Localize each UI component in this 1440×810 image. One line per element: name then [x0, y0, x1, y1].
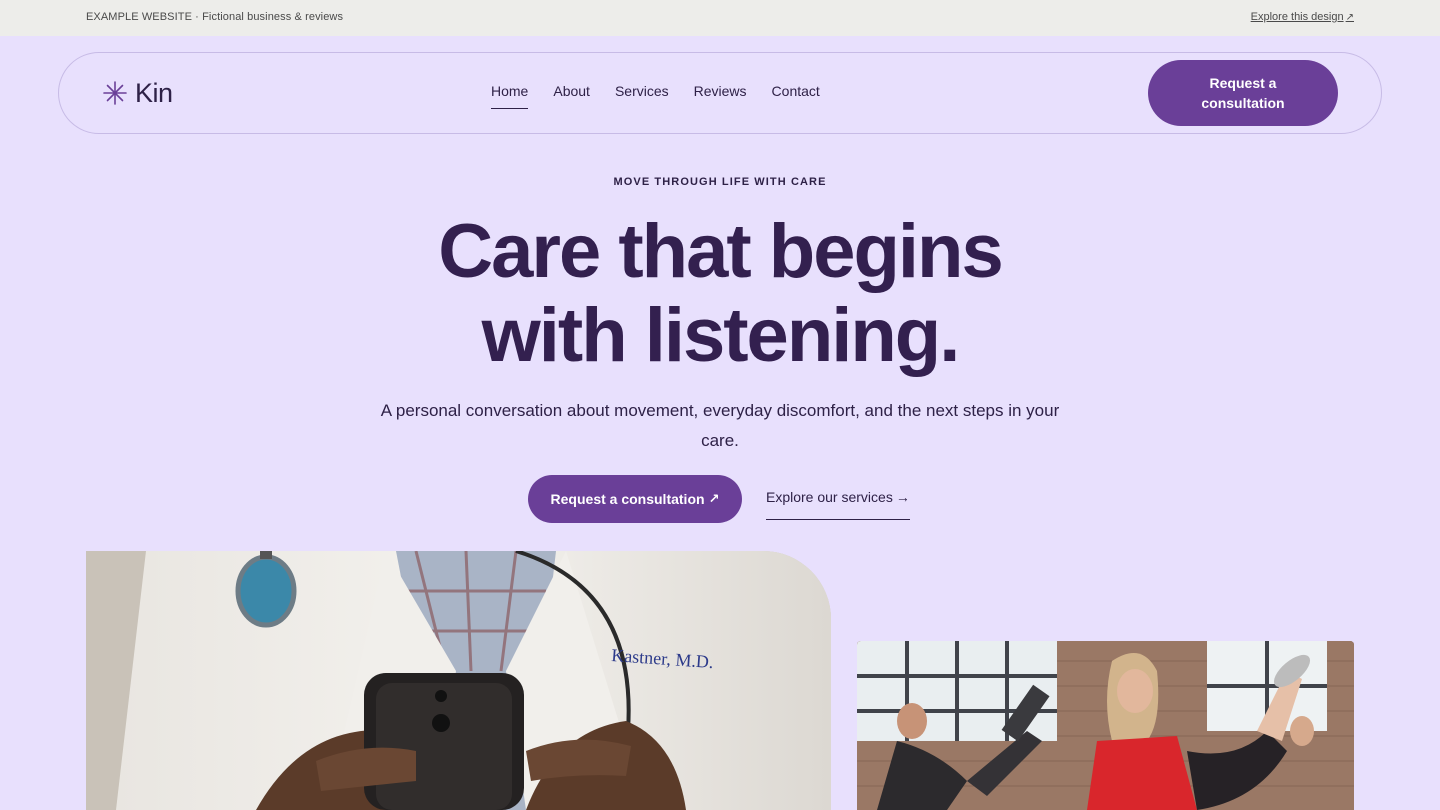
- logo-text: Kin: [135, 77, 173, 108]
- main-navigation: Kin Home About Services Reviews Contact …: [58, 52, 1382, 134]
- arrow-up-right-icon: ↗: [1345, 12, 1354, 23]
- arrow-up-right-icon: ↗: [708, 491, 720, 506]
- nav-item-home[interactable]: Home: [491, 83, 529, 109]
- banner-text: EXAMPLE WEBSITE · Fictional business & r…: [86, 11, 344, 23]
- nav-item-contact[interactable]: Contact: [772, 83, 820, 109]
- hero-headline: Care that begins with listening.: [0, 210, 1440, 378]
- nav-item-about[interactable]: About: [553, 83, 590, 109]
- hero-cta-label: Request a consultation: [550, 491, 705, 507]
- request-consultation-button[interactable]: Request a consultation: [1148, 60, 1338, 126]
- explore-design-link[interactable]: Explore this design ↗: [1251, 11, 1354, 23]
- example-website-banner: EXAMPLE WEBSITE · Fictional business & r…: [0, 0, 1440, 36]
- logo[interactable]: Kin: [103, 77, 173, 109]
- hero-eyebrow: MOVE THROUGH LIFE WITH CARE: [613, 176, 827, 188]
- explore-services-link[interactable]: Explore our services →: [766, 489, 910, 520]
- hero-subtitle: A personal conversation about movement, …: [380, 401, 1060, 450]
- doctor-holding-phone-photo: Kastner, M.D.: [86, 551, 831, 810]
- asterisk-star-icon: [103, 81, 127, 105]
- women-exercising-photo: [857, 641, 1354, 810]
- arrow-right-icon: →: [895, 489, 910, 505]
- nav-item-services[interactable]: Services: [615, 83, 669, 109]
- nav-menu: Home About Services Reviews Contact: [491, 83, 820, 109]
- hero-request-consultation-button[interactable]: Request a consultation ↗: [528, 475, 742, 523]
- headline-line-2: with listening.: [481, 293, 961, 378]
- explore-design-label: Explore this design: [1250, 11, 1344, 23]
- nav-item-reviews[interactable]: Reviews: [694, 83, 747, 109]
- explore-services-label: Explore our services: [766, 489, 893, 505]
- headline-line-1: Care that begins: [438, 209, 1003, 294]
